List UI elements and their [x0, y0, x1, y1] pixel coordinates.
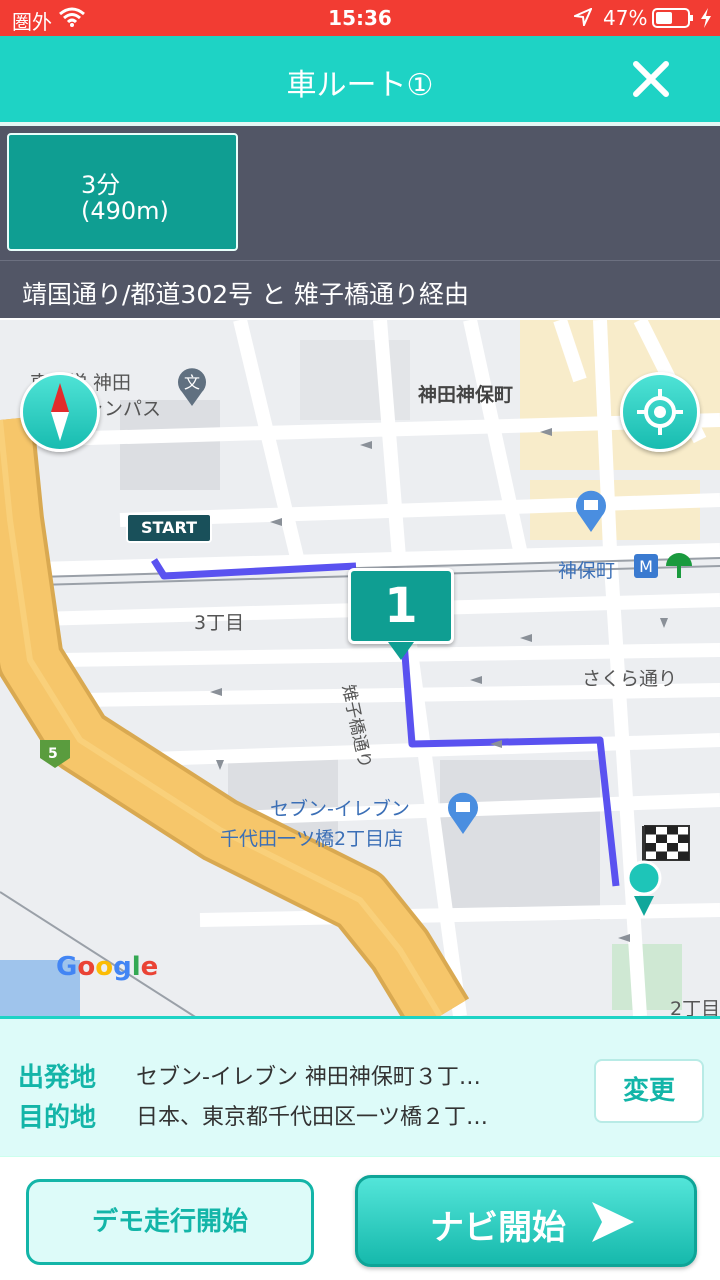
map-label-sakura: さくら通り — [582, 668, 678, 690]
route-option-card[interactable]: 3分 (490m) — [7, 133, 238, 251]
battery-icon — [652, 8, 693, 28]
destination-label: 目的地 — [18, 1103, 97, 1133]
route-5-shield: 5 — [48, 746, 58, 762]
map-label-jinbocho: 神田神保町 — [418, 384, 514, 406]
demo-drive-button[interactable]: デモ走行開始 — [26, 1179, 314, 1265]
status-bar: 圏外 15:36 47% — [0, 0, 720, 36]
route-distance: (490m) — [81, 197, 169, 225]
waypoint-marker[interactable]: 1 — [348, 568, 454, 644]
svg-text:文: 文 — [184, 373, 200, 392]
start-navigation-button[interactable]: ナビ開始 — [355, 1175, 697, 1267]
start-navigation-label: ナビ開始 — [430, 1208, 566, 1248]
charging-icon — [701, 8, 711, 28]
start-marker: START — [126, 513, 212, 543]
goal-flag-icon — [626, 825, 690, 916]
battery-percent: 47% — [603, 6, 648, 30]
store-icon — [576, 490, 606, 532]
compass-button[interactable] — [20, 372, 100, 452]
destination-value: 日本、東京都千代田区一ツ橋２丁… — [136, 1105, 489, 1130]
route-panel: 3分 (490m) — [0, 126, 720, 260]
map-label-jinbocho-station: 神保町 — [558, 560, 616, 582]
route-via-text: 靖国通り/都道302号 と 雉子橋通り経由 — [22, 280, 470, 309]
header-bar: 車ルート① — [0, 36, 720, 122]
route-via-bar: 靖国通り/都道302号 と 雉子橋通り経由 — [0, 260, 720, 318]
map-label-store-line2: 千代田一ツ橋2丁目店 — [220, 828, 404, 850]
bottom-action-bar: デモ走行開始 ナビ開始 — [0, 1156, 720, 1280]
page-title: 車ルート① — [286, 68, 434, 103]
origin-label: 出発地 — [18, 1063, 97, 1093]
play-arrow-icon — [592, 1202, 634, 1242]
close-icon[interactable] — [630, 58, 672, 100]
store-icon — [448, 792, 478, 834]
location-arrow-icon — [574, 8, 592, 26]
metro-icon: M — [634, 554, 658, 578]
compass-icon — [51, 383, 69, 441]
current-location-icon — [637, 389, 683, 435]
svg-text:M: M — [639, 557, 653, 576]
current-location-button[interactable] — [620, 372, 700, 452]
route-time: 3分 — [81, 171, 121, 199]
tree-icon — [666, 553, 692, 578]
location-info-panel: 出発地 セブン-イレブン 神田神保町３丁… 目的地 日本、東京都千代田区一ツ橋２… — [0, 1016, 720, 1156]
map-label-chome2: 2丁目 — [670, 998, 720, 1016]
map-label-chome3: 3丁目 — [194, 612, 245, 634]
origin-value: セブン-イレブン 神田神保町３丁… — [136, 1065, 481, 1090]
waypoint-marker-tail — [388, 642, 414, 660]
map-view[interactable]: 東大学 神田 キャンパス 文 神田神保町 神保町 M 3丁目 さくら通り 5 雉… — [0, 320, 720, 1016]
map-label-store-line1: セブン-イレブン — [270, 798, 410, 820]
change-button[interactable]: 変更 — [594, 1059, 704, 1123]
google-logo: Google — [56, 952, 159, 982]
school-icon: 文 — [178, 368, 206, 406]
